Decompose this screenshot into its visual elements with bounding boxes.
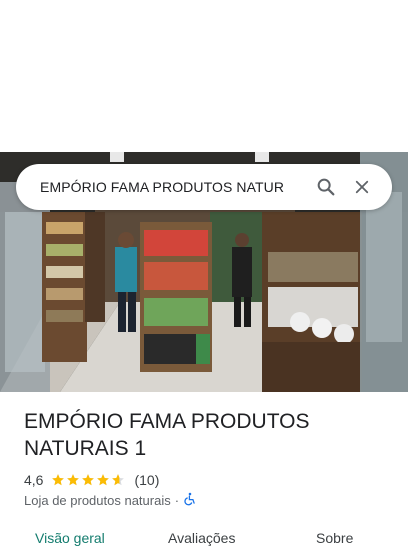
search-bar[interactable]: EMPÓRIO FAMA PRODUTOS NATUR	[16, 164, 392, 210]
place-tabs: Visão geral Avaliações Sobre	[0, 530, 408, 550]
category-label: Loja de produtos naturais	[24, 493, 171, 508]
separator: ·	[174, 493, 180, 508]
close-icon[interactable]	[344, 169, 380, 205]
search-icon[interactable]	[308, 169, 344, 205]
place-title: EMPÓRIO FAMA PRODUTOS NATURAIS 1	[24, 410, 310, 460]
star-icon	[97, 474, 110, 486]
rating-value: 4,6	[24, 472, 44, 488]
star-icon	[52, 474, 65, 486]
review-count[interactable]: (10)	[134, 472, 159, 488]
wheelchair-icon	[183, 492, 197, 509]
rating-row[interactable]: 4,6 (10)	[24, 472, 159, 488]
rating-stars	[51, 473, 126, 487]
star-icon	[112, 474, 125, 486]
search-input[interactable]: EMPÓRIO FAMA PRODUTOS NATUR	[40, 179, 308, 195]
category-row: Loja de produtos naturais ·	[24, 492, 197, 509]
star-icon	[67, 474, 80, 486]
star-icon	[82, 474, 95, 486]
